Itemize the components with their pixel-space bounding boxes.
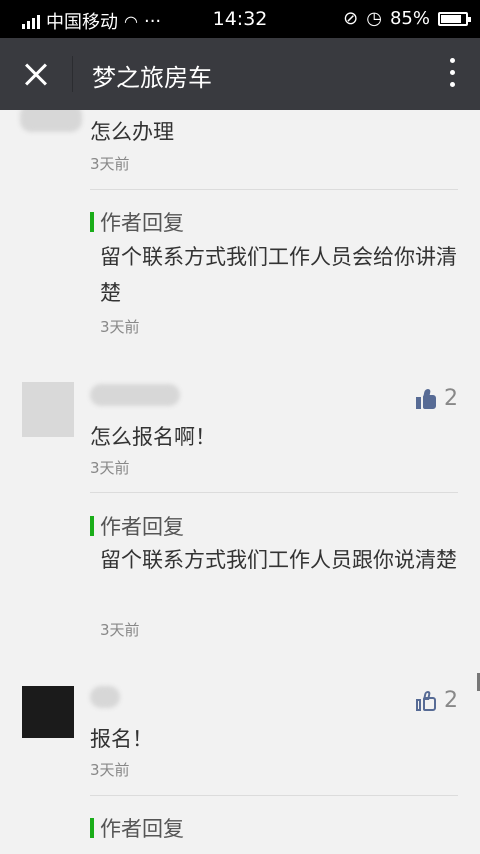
mute-icon: ⊘ [343,8,359,29]
battery-percent: 85% [389,8,430,29]
author-reply-text: 留个联系方式我们工作人员会给你讲清楚 [100,245,457,305]
comment-list: 怎么办理 3天前 作者回复 留个联系方式我们工作人员会给你讲清楚 3天前 2 怎… [0,110,480,854]
divider [72,56,73,92]
like-count: 2 [444,386,458,411]
comment-text: 怎么报名啊！ [90,425,216,449]
alarm-icon: ◷ [366,8,382,29]
comment-text: 怎么办理 [90,120,174,144]
author-reply-label: 作者回复 [90,813,184,843]
like-button[interactable]: 2 [416,688,458,713]
avatar-blurred [20,110,82,132]
divider [90,795,458,796]
status-bar: 中国移动 ◠ ··· 14:32 ⊘ ◷ 85% [0,0,480,38]
comment-time: 3天前 [90,459,130,477]
like-button[interactable]: 2 [416,386,458,411]
close-icon[interactable] [18,56,54,92]
author-reply-label: 作者回复 [90,207,184,237]
page-title: 梦之旅房车 [92,64,212,92]
author-reply-time: 3天前 [100,621,140,639]
author-reply-text: 留个联系方式我们工作人员跟你说清楚 [100,548,457,572]
battery-icon [438,11,471,26]
author-reply-label: 作者回复 [90,511,184,541]
like-count: 2 [444,688,458,713]
comment-time: 3天前 [90,155,130,173]
divider [90,189,458,190]
comment-text: 报名！ [90,727,153,751]
avatar[interactable] [22,686,74,738]
avatar[interactable] [22,382,74,437]
username-blurred [90,686,120,708]
title-bar: 梦之旅房车 [0,38,480,110]
thumbs-up-icon [416,388,436,409]
comment-time: 3天前 [90,761,130,779]
more-options-icon[interactable] [446,58,458,92]
thumbs-up-icon [416,690,436,711]
divider [90,492,458,493]
username-blurred [90,384,180,406]
author-reply-time: 3天前 [100,318,140,336]
